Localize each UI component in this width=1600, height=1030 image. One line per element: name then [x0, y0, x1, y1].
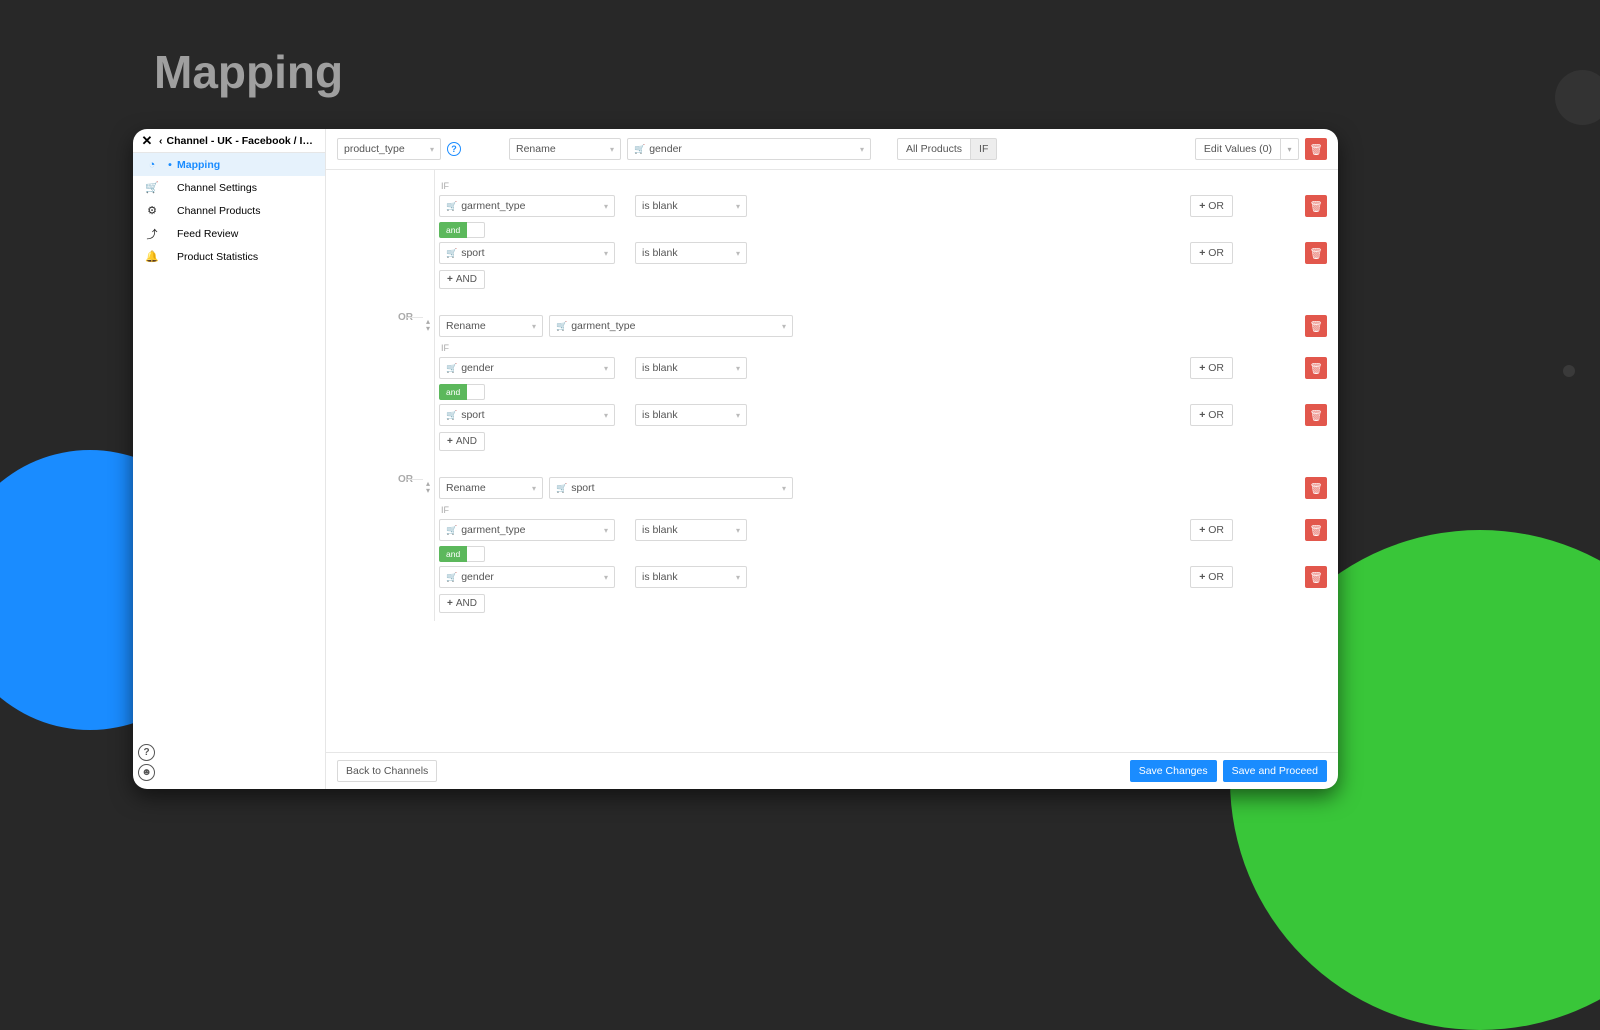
chat-icon[interactable]: ☻ — [138, 764, 155, 781]
rule-field-select[interactable]: 🛒garment_type▾ — [549, 315, 793, 337]
add-and-button[interactable]: +AND — [439, 432, 485, 451]
field-select[interactable]: 🛒gender▾ — [627, 138, 871, 160]
trash-icon: 🗑 — [1309, 362, 1322, 375]
close-icon[interactable]: ✕ — [139, 133, 155, 149]
add-and-button[interactable]: +AND — [439, 594, 485, 613]
if-label: IF — [441, 181, 1327, 191]
sidebar-item-product-statistics[interactable]: 🔔 Product Statistics — [133, 245, 325, 268]
delete-rule-button[interactable]: 🗑 — [1305, 138, 1327, 160]
back-to-channels-button[interactable]: Back to Channels — [337, 760, 437, 782]
delete-condition-button[interactable]: 🗑 — [1305, 195, 1327, 217]
condition-operator-select[interactable]: is blank▾ — [635, 519, 747, 541]
reorder-handle[interactable]: ▴▾ — [426, 318, 430, 332]
delete-condition-button[interactable]: 🗑 — [1305, 566, 1327, 588]
sidebar-item-label: Product Statistics — [175, 251, 258, 263]
sidebar: ✕ ‹ Channel - UK - Facebook / I… ◔•Mappi… — [133, 129, 326, 789]
sidebar-icon: 🛒 — [139, 181, 165, 194]
add-or-button[interactable]: + OR — [1190, 195, 1233, 217]
trash-icon: 🗑 — [1309, 320, 1322, 333]
toolbar: product_type▾ ? Rename▾ 🛒gender▾ All Pro… — [326, 129, 1338, 170]
back-icon[interactable]: ‹ — [155, 135, 167, 147]
trash-icon: 🗑 — [1309, 524, 1322, 537]
condition-operator-select[interactable]: is blank▾ — [635, 357, 747, 379]
if-toggle-button[interactable]: IF — [971, 138, 997, 160]
and-or-toggle[interactable]: and — [439, 546, 1327, 562]
channel-title: Channel - UK - Facebook / I… — [167, 135, 320, 147]
delete-rule-button[interactable]: 🗑 — [1305, 315, 1327, 337]
if-label: IF — [441, 343, 1327, 353]
condition-field-select[interactable]: 🛒garment_type▾ — [439, 519, 615, 541]
edit-values-button[interactable]: Edit Values (0) — [1195, 138, 1281, 160]
condition-field-select[interactable]: 🛒gender▾ — [439, 357, 615, 379]
help-icon[interactable]: ? — [447, 142, 461, 156]
and-or-toggle[interactable]: and — [439, 222, 1327, 238]
action-select[interactable]: Rename▾ — [509, 138, 621, 160]
add-and-button[interactable]: +AND — [439, 270, 485, 289]
add-or-button[interactable]: + OR — [1190, 357, 1233, 379]
trash-icon: 🗑 — [1309, 247, 1322, 260]
sidebar-icon: 🔔 — [139, 250, 165, 263]
trash-icon: 🗑 — [1309, 143, 1322, 156]
add-or-button[interactable]: + OR — [1190, 242, 1233, 264]
condition-field-select[interactable]: 🛒sport▾ — [439, 404, 615, 426]
condition-operator-select[interactable]: is blank▾ — [635, 195, 747, 217]
condition-operator-select[interactable]: is blank▾ — [635, 566, 747, 588]
delete-rule-button[interactable]: 🗑 — [1305, 477, 1327, 499]
sidebar-icon: ⚙ — [139, 204, 165, 217]
sidebar-item-label: Channel Settings — [175, 182, 257, 194]
sidebar-item-channel-settings[interactable]: 🛒 Channel Settings — [133, 176, 325, 199]
condition-field-select[interactable]: 🛒gender▾ — [439, 566, 615, 588]
condition-field-select[interactable]: 🛒garment_type▾ — [439, 195, 615, 217]
trash-icon: 🗑 — [1309, 571, 1322, 584]
sidebar-item-mapping[interactable]: ◔•Mapping — [133, 153, 325, 176]
edit-values-caret[interactable]: ▾ — [1281, 138, 1299, 160]
reorder-handle[interactable]: ▴▾ — [426, 480, 430, 494]
save-changes-button[interactable]: Save Changes — [1130, 760, 1217, 782]
trash-icon: 🗑 — [1309, 482, 1322, 495]
all-products-button[interactable]: All Products — [897, 138, 971, 160]
rule-action-select[interactable]: Rename▾ — [439, 315, 543, 337]
condition-operator-select[interactable]: is blank▾ — [635, 242, 747, 264]
sidebar-icon: ⤴ — [139, 226, 165, 242]
page-title: Mapping — [154, 45, 343, 99]
sidebar-item-channel-products[interactable]: ⚙ Channel Products — [133, 199, 325, 222]
if-label: IF — [441, 505, 1327, 515]
trash-icon: 🗑 — [1309, 200, 1322, 213]
add-or-button[interactable]: + OR — [1190, 519, 1233, 541]
condition-operator-select[interactable]: is blank▾ — [635, 404, 747, 426]
help-icon[interactable]: ? — [138, 744, 155, 761]
sidebar-item-label: Feed Review — [175, 228, 238, 240]
delete-condition-button[interactable]: 🗑 — [1305, 519, 1327, 541]
sidebar-item-label: Mapping — [175, 159, 220, 171]
sidebar-item-feed-review[interactable]: ⤴ Feed Review — [133, 222, 325, 245]
app-window: ✕ ‹ Channel - UK - Facebook / I… ◔•Mappi… — [133, 129, 1338, 789]
delete-condition-button[interactable]: 🗑 — [1305, 404, 1327, 426]
rule-action-select[interactable]: Rename▾ — [439, 477, 543, 499]
delete-condition-button[interactable]: 🗑 — [1305, 357, 1327, 379]
and-or-toggle[interactable]: and — [439, 384, 1327, 400]
save-proceed-button[interactable]: Save and Proceed — [1223, 760, 1327, 782]
add-or-button[interactable]: + OR — [1190, 404, 1233, 426]
delete-condition-button[interactable]: 🗑 — [1305, 242, 1327, 264]
rule-field-select[interactable]: 🛒sport▾ — [549, 477, 793, 499]
condition-field-select[interactable]: 🛒sport▾ — [439, 242, 615, 264]
add-or-button[interactable]: + OR — [1190, 566, 1233, 588]
sidebar-icon: ◔ — [139, 159, 165, 171]
sidebar-item-label: Channel Products — [175, 205, 260, 217]
trash-icon: 🗑 — [1309, 409, 1322, 422]
attribute-select[interactable]: product_type▾ — [337, 138, 441, 160]
